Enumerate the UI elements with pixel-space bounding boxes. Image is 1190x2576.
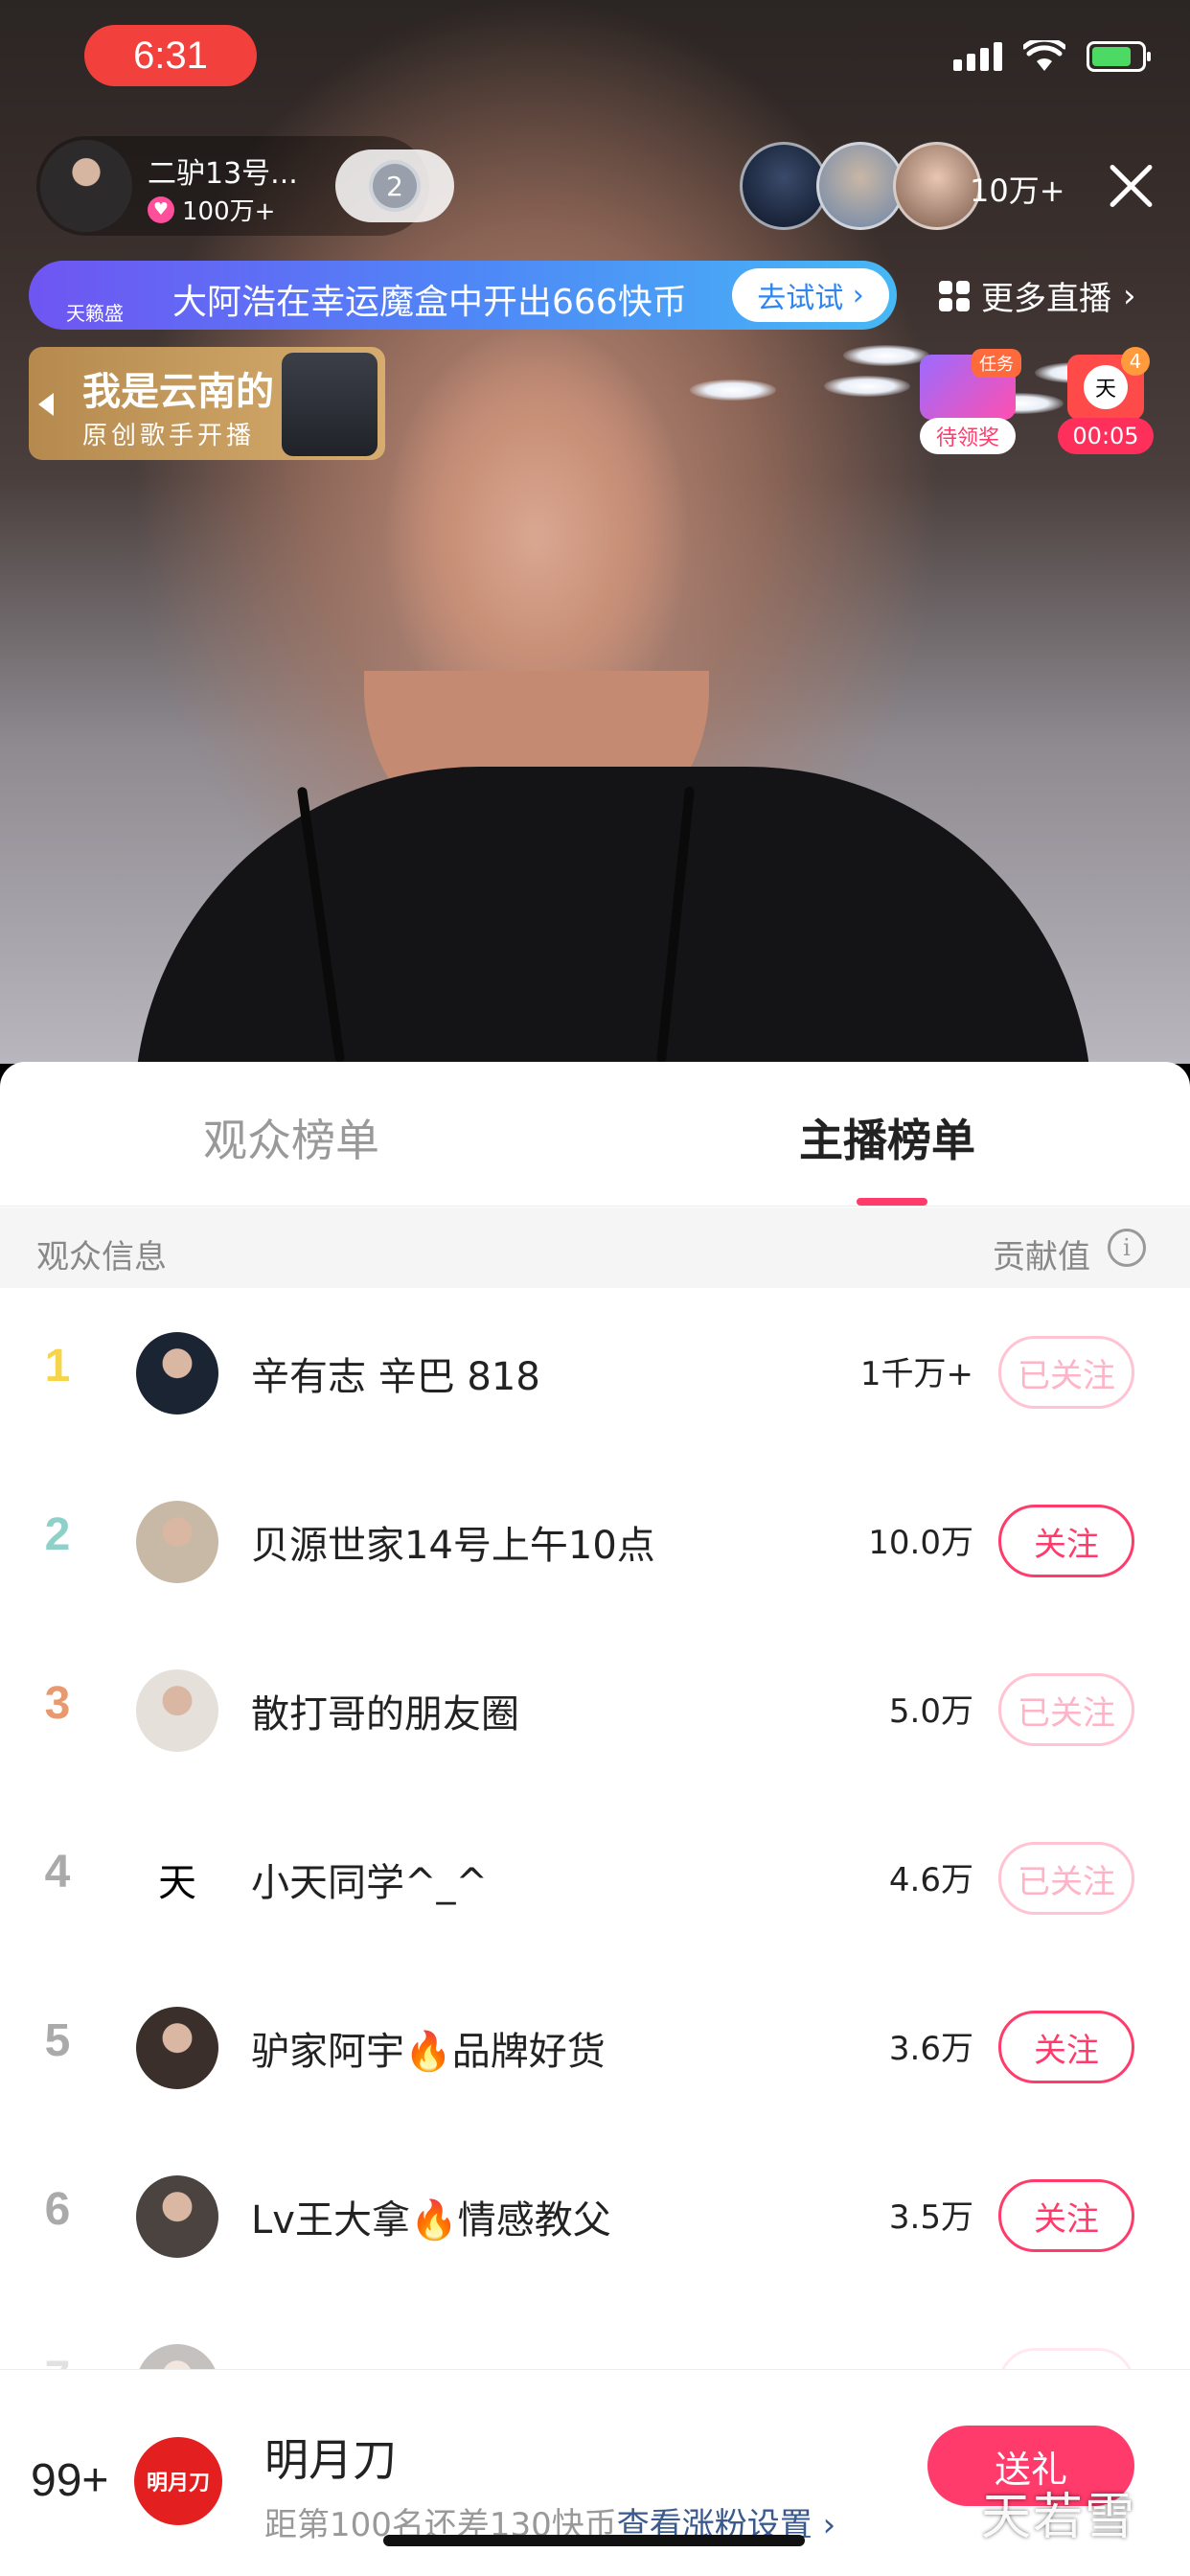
banner-text: 大阿浩在幸运魔盒中开出666快币 [172,283,687,322]
rank-number: 3 [44,1678,71,1729]
watermark: 天若雪 [981,2489,1137,2546]
viewer-avatar[interactable] [816,142,904,230]
more-live-label: 更多直播 [981,280,1111,318]
close-icon[interactable] [1102,157,1159,215]
rank-number: 6 [44,2184,71,2235]
my-rank: 99+ [31,2455,109,2506]
host-likes: ♥ 100万+ [148,192,275,227]
followed-button[interactable]: 已关注 [998,1842,1134,1915]
heart-icon: ♥ [148,196,174,223]
banner-brand: 天籁盛 [66,302,124,325]
rank-number: 5 [44,2015,71,2066]
followed-button[interactable]: 已关注 [998,1673,1134,1746]
ranking-sheet: 观众榜单 主播榜单 观众信息 贡献值 i 1 辛有志 辛巴 818 1千万+ 已关注 2… [0,1062,1190,2576]
user-name: Lv王大拿🔥情感教父 [251,2198,611,2242]
timer-label: 00:05 [1058,418,1154,454]
user-avatar[interactable] [136,1332,218,1414]
status-icons [953,40,1151,73]
info-icon[interactable]: i [1108,1229,1146,1267]
column-header: 观众信息 贡献值 i [0,1208,1190,1288]
viewer-count[interactable]: 10万+ [970,167,1065,211]
follow-button[interactable]: 关注 [998,2011,1134,2083]
timer-widget[interactable]: 天 4 00:05 [1058,347,1154,456]
tab-underline [857,1198,927,1206]
host-card[interactable]: 二驴13号... ♥ 100万+ 2 [36,136,454,236]
ranking-list: 1 辛有志 辛巴 818 1千万+ 已关注 2 贝源世家14号上午10点 10.0万 关注 3 散… [0,1288,1190,2469]
live-video[interactable]: 6:31 二驴13号... ♥ 100万+ 2 10万+ 天籁盛 大阿浩在幸运魔… [0,0,1190,1064]
contribution-value: 3.5万 [888,2198,973,2237]
user-avatar[interactable] [136,1669,218,1752]
user-name: 散打哥的朋友圈 [251,1692,519,1736]
level-number: 2 [373,164,417,208]
ranking-row[interactable]: 3 散打哥的朋友圈 5.0万 已关注 [0,1625,1190,1794]
ranking-row[interactable]: 6 Lv王大拿🔥情感教父 3.5万 关注 [0,2131,1190,2300]
user-avatar[interactable] [136,1501,218,1583]
task-reward[interactable]: 任务 待领奖 [920,349,1021,456]
contribution-value: 1千万+ [859,1355,973,1393]
ranking-row[interactable]: 2 贝源世家14号上午10点 10.0万 关注 [0,1457,1190,1625]
home-indicator[interactable] [383,2535,805,2546]
status-time: 6:31 [84,25,257,86]
try-button[interactable]: 去试试 › [732,268,889,322]
grid-icon [939,280,970,311]
user-avatar[interactable]: 天 [136,1838,218,1920]
top-viewers[interactable] [740,142,981,230]
swan-icon: 天籁盛 [57,264,132,326]
user-name: 贝源世家14号上午10点 [251,1524,655,1568]
followed-button[interactable]: 已关注 [998,1336,1134,1409]
try-button-label: 去试试 [757,282,844,315]
viewer-avatar[interactable] [740,142,828,230]
contribution-value: 3.6万 [888,2030,973,2068]
user-name: 驴家阿宇🔥品牌好货 [251,2030,606,2074]
follow-button[interactable]: 关注 [998,1505,1134,1577]
viewer-avatar[interactable] [893,142,981,230]
user-avatar[interactable] [136,2175,218,2258]
ranking-row[interactable]: 4 天小天同学^_^ 4.6万 已关注 [0,1794,1190,1963]
column-audience-info: 观众信息 [36,1238,167,1276]
chevron-right-icon: › [1123,276,1136,315]
play-arrow-icon [38,393,54,416]
timer-badge: 4 [1121,347,1150,376]
my-avatar[interactable]: 明月刀 [134,2437,222,2525]
promo-title: 我是云南的 [82,370,274,414]
column-contribution: 贡献值 [993,1238,1090,1276]
user-name: 小天同学^_^ [251,1861,489,1905]
contribution-value: 4.6万 [888,1861,973,1899]
singer-promo[interactable]: 我是云南的 原创歌手开播 [29,347,385,460]
wifi-icon [1023,40,1065,71]
battery-icon [1087,41,1151,72]
host-avatar[interactable] [40,140,132,232]
ranking-row[interactable]: 1 辛有志 辛巴 818 1千万+ 已关注 [0,1288,1190,1457]
rank-number: 2 [44,1509,71,1560]
task-label: 待领奖 [920,418,1016,454]
contribution-value: 10.0万 [868,1524,973,1562]
task-tag: 任务 [972,349,1021,378]
signal-icon [953,42,1002,71]
timer-icon-glyph: 天 [1084,365,1128,409]
promo-subtitle: 原创歌手开播 [82,422,256,450]
user-name: 辛有志 辛巴 818 [251,1355,540,1399]
ceiling-light [690,380,776,401]
user-avatar[interactable] [136,2007,218,2089]
more-live-button[interactable]: 更多直播 › [939,272,1136,319]
host-name: 二驴13号... [148,157,298,191]
host-likes-count: 100万+ [182,197,276,226]
ranking-tabs: 观众榜单 主播榜单 [0,1062,1190,1207]
guitar-singer-image [282,353,378,456]
rank-number: 1 [44,1341,71,1392]
ranking-row[interactable]: 5 驴家阿宇🔥品牌好货 3.6万 关注 [0,1963,1190,2131]
rank-number: 4 [44,1847,71,1898]
my-name: 明月刀 [264,2434,397,2486]
tab-host-ranking[interactable]: 主播榜单 [799,1106,975,1169]
lucky-box-banner[interactable]: 天籁盛 大阿浩在幸运魔盒中开出666快币 去试试 › [29,261,897,330]
contribution-value: 5.0万 [888,1692,973,1731]
ceiling-light [824,376,910,397]
follow-button[interactable]: 关注 [998,2179,1134,2252]
ceiling-light [843,345,929,366]
streamer-shirt [134,767,1092,1064]
host-level-badge[interactable]: 2 [335,150,454,222]
tab-audience-ranking[interactable]: 观众榜单 [203,1106,379,1169]
